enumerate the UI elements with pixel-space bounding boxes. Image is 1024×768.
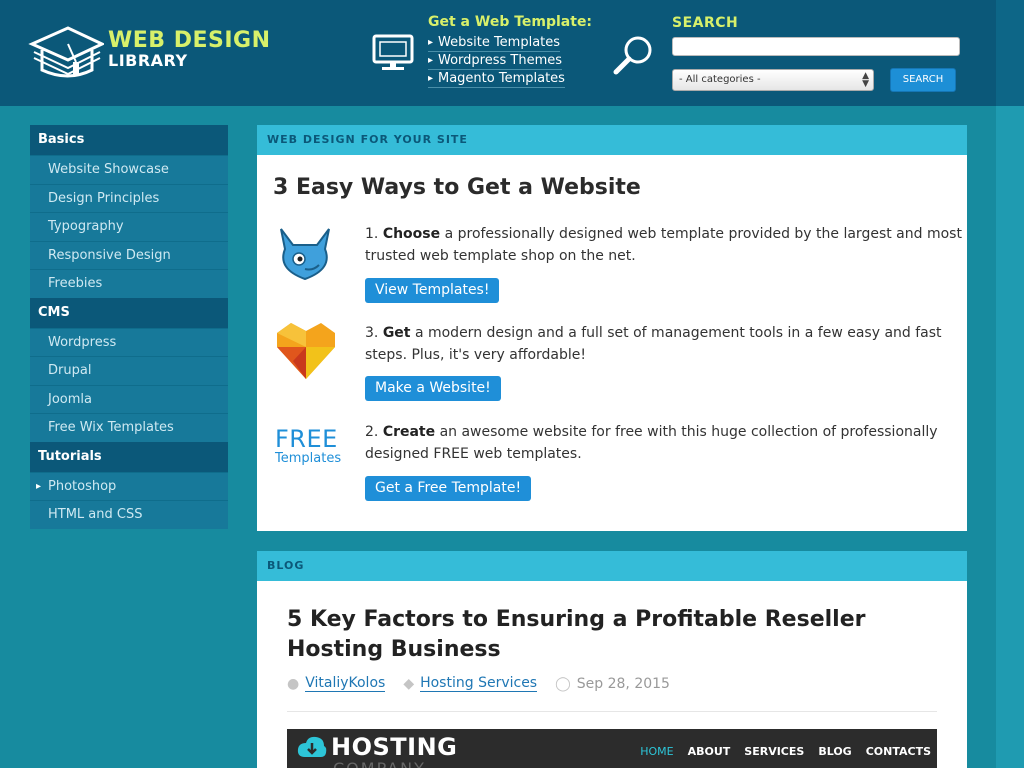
site-header: WEB DESIGN LIBRARY Get a Web Template: W… bbox=[0, 0, 996, 106]
web-design-card: WEB DESIGN FOR YOUR SITE 3 Easy Ways to … bbox=[257, 125, 967, 531]
free-logo-line2: Templates bbox=[275, 451, 342, 466]
step-2-text: 2. Create an awesome website for free wi… bbox=[365, 421, 967, 465]
divider bbox=[287, 711, 937, 712]
sidebar-section-tutorials[interactable]: Tutorials bbox=[30, 441, 228, 472]
sidebar-item-photoshop[interactable]: Photoshop bbox=[30, 471, 228, 500]
step-1-body: a professionally designed web template p… bbox=[365, 226, 962, 264]
user-icon: ● bbox=[287, 675, 300, 692]
step-3-bold: Get bbox=[382, 325, 411, 341]
monster-mascot-icon bbox=[280, 228, 330, 281]
cloud-download-icon bbox=[297, 736, 327, 757]
category-select-value: - All categories - bbox=[679, 74, 761, 85]
sidebar-item-html-css[interactable]: HTML and CSS bbox=[30, 500, 228, 529]
heart-gem-logo-icon bbox=[277, 323, 335, 379]
hosting-sub: COMPANY bbox=[333, 759, 426, 768]
step-3-text: 3. Get a modern design and a full set of… bbox=[365, 322, 967, 366]
author-link[interactable]: VitaliyKolos bbox=[305, 675, 386, 692]
link-website-templates[interactable]: Website Templates bbox=[428, 34, 561, 52]
tag-icon: ◆ bbox=[403, 675, 415, 692]
step-1-bold: Choose bbox=[382, 226, 441, 242]
blog-card: BLOG 5 Key Factors to Ensuring a Profita… bbox=[257, 551, 967, 768]
step-1-num: 1. bbox=[365, 226, 379, 242]
hosting-nav-home: HOME bbox=[640, 745, 674, 758]
link-magento-templates[interactable]: Magento Templates bbox=[428, 70, 565, 88]
category-link[interactable]: Hosting Services bbox=[420, 675, 538, 692]
card-title: 3 Easy Ways to Get a Website bbox=[273, 175, 641, 200]
monitor-icon bbox=[372, 34, 414, 70]
link-wordpress-themes[interactable]: Wordpress Themes bbox=[428, 52, 563, 70]
step-2-bold: Create bbox=[382, 424, 436, 440]
site-logo[interactable]: WEB DESIGN LIBRARY bbox=[108, 28, 271, 70]
search-button[interactable]: SEARCH bbox=[890, 68, 956, 92]
hosting-nav-contacts: CONTACTS bbox=[865, 745, 931, 758]
hosting-nav-services: SERVICES bbox=[744, 745, 805, 758]
card-header: WEB DESIGN FOR YOUR SITE bbox=[257, 125, 967, 155]
template-links: Get a Web Template: Website Templates Wo… bbox=[428, 14, 592, 88]
templates-title: Get a Web Template: bbox=[428, 14, 593, 30]
sidebar-section-basics[interactable]: Basics bbox=[30, 125, 228, 155]
search-label: SEARCH bbox=[672, 15, 739, 31]
clock-icon: ◯ bbox=[555, 675, 571, 692]
right-edge-strip bbox=[996, 0, 1024, 768]
sidebar-item-design-principles[interactable]: Design Principles bbox=[30, 183, 228, 212]
post-date: Sep 28, 2015 bbox=[576, 675, 670, 692]
category-select[interactable]: - All categories - ▲ ▼ bbox=[672, 69, 874, 91]
sidebar-item-website-showcase[interactable]: Website Showcase bbox=[30, 155, 228, 184]
sidebar-item-typography[interactable]: Typography bbox=[30, 212, 228, 241]
make-website-button[interactable]: Make a Website! bbox=[365, 376, 501, 401]
free-logo-line1: FREE bbox=[275, 425, 338, 453]
logo-line2: LIBRARY bbox=[108, 51, 188, 70]
hosting-nav-blog: BLOG bbox=[818, 745, 852, 758]
magnifier-icon bbox=[613, 36, 652, 75]
step-2-body: an awesome website for free with this hu… bbox=[365, 424, 938, 462]
sidebar-section-cms[interactable]: CMS bbox=[30, 297, 228, 328]
hosting-nav-about: ABOUT bbox=[687, 745, 731, 758]
hosting-brand: HOSTING bbox=[331, 733, 458, 761]
step-3-body: a modern design and a full set of manage… bbox=[365, 325, 942, 363]
post-preview-image[interactable]: HOSTING COMPANY HOME ABOUT SERVICES BLOG… bbox=[287, 729, 937, 768]
view-templates-button[interactable]: View Templates! bbox=[365, 278, 500, 303]
free-templates-logo: FREE Templates bbox=[275, 425, 341, 466]
blog-header: BLOG bbox=[257, 551, 967, 581]
step-3-num: 3. bbox=[365, 325, 379, 341]
sidebar-item-freebies[interactable]: Freebies bbox=[30, 269, 228, 298]
step-2-num: 2. bbox=[365, 424, 379, 440]
post-meta: ● VitaliyKolos ◆ Hosting Services ◯ Sep … bbox=[287, 675, 688, 692]
hosting-nav: HOME ABOUT SERVICES BLOG CONTACTS bbox=[640, 745, 931, 758]
sidebar-item-free-wix-templates[interactable]: Free Wix Templates bbox=[30, 413, 228, 442]
step-1-text: 1. Choose a professionally designed web … bbox=[365, 223, 967, 267]
graduation-cap-logo-icon[interactable] bbox=[28, 22, 104, 84]
sidebar-item-responsive-design[interactable]: Responsive Design bbox=[30, 240, 228, 269]
select-arrows-icon: ▲ ▼ bbox=[862, 71, 869, 89]
free-template-button[interactable]: Get a Free Template! bbox=[365, 476, 532, 501]
sidebar-item-wordpress[interactable]: Wordpress bbox=[30, 327, 228, 356]
sidebar-item-joomla[interactable]: Joomla bbox=[30, 384, 228, 413]
blog-post-title[interactable]: 5 Key Factors to Ensuring a Profitable R… bbox=[287, 605, 947, 665]
sidebar-item-drupal[interactable]: Drupal bbox=[30, 356, 228, 385]
search-input[interactable] bbox=[672, 37, 960, 56]
sidebar-nav: Basics Website Showcase Design Principle… bbox=[30, 125, 228, 529]
logo-line1: WEB DESIGN bbox=[108, 28, 271, 53]
